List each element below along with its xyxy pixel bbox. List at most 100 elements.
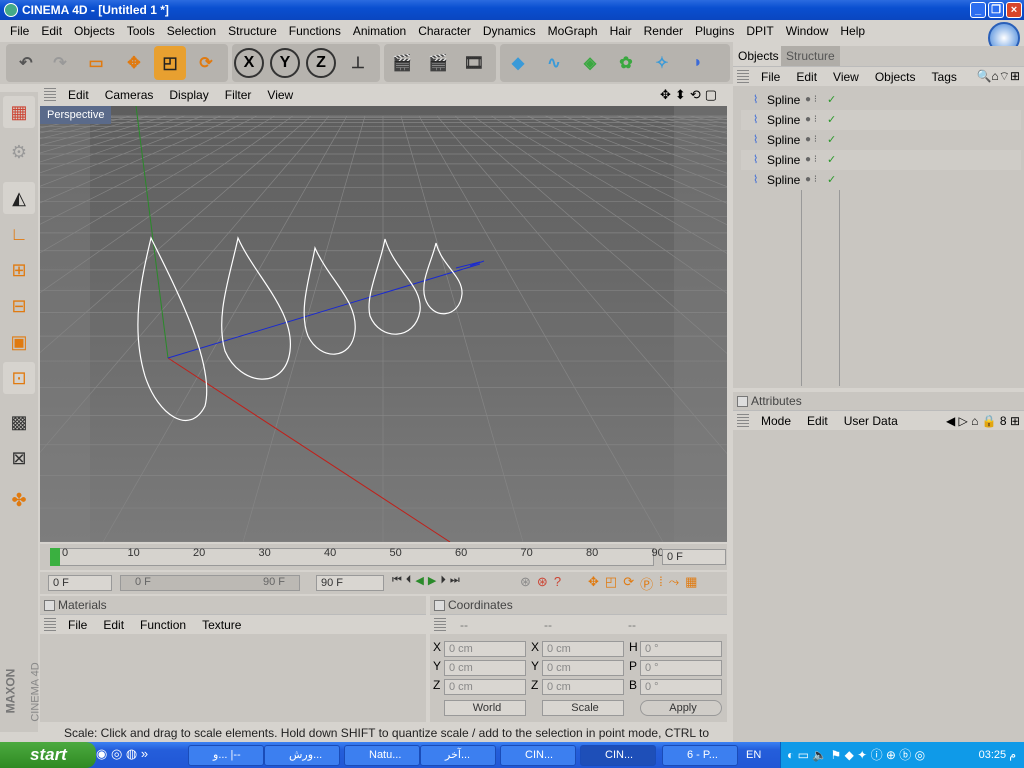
key-position-icon[interactable]: ✥	[588, 574, 599, 592]
attributes-menu-userdata[interactable]: User Data	[836, 414, 906, 428]
render-region-icon[interactable]: 🎬	[422, 46, 454, 80]
timeline-playhead[interactable]	[50, 548, 60, 566]
rotate-icon[interactable]: ⟳	[190, 46, 222, 80]
menu-plugins[interactable]: Plugins	[689, 24, 740, 38]
objects-menu-view[interactable]: View	[825, 70, 867, 84]
edges-mode-icon[interactable]: ⊟	[3, 290, 35, 322]
deformer-icon[interactable]: ✧	[646, 46, 678, 80]
current-frame-field[interactable]: 0 F	[662, 549, 726, 565]
object-row[interactable]: ⌇ Spline ● ⁝ ✓	[741, 150, 1021, 170]
checker-icon[interactable]: ▩	[3, 406, 35, 438]
viewport-menu-display[interactable]: Display	[161, 88, 216, 102]
nurbs-icon[interactable]: ◈	[574, 46, 606, 80]
materials-menu-function[interactable]: Function	[132, 618, 194, 632]
attributes-nav-icons[interactable]: ◀ ▷ ⌂ 🔒 8 ⊞	[938, 414, 1024, 428]
menu-animation[interactable]: Animation	[347, 24, 412, 38]
move-icon[interactable]: ✥	[118, 46, 150, 80]
polygons-mode-icon[interactable]: ▣	[3, 326, 35, 358]
render-view-icon[interactable]: 🎬	[386, 46, 418, 80]
object-row[interactable]: ⌇ Spline ● ⁝ ✓	[741, 170, 1021, 190]
maximize-button[interactable]: ❐	[988, 2, 1004, 18]
viewport-menu-cameras[interactable]: Cameras	[97, 88, 162, 102]
menu-structure[interactable]: Structure	[222, 24, 283, 38]
menu-dynamics[interactable]: Dynamics	[477, 24, 542, 38]
coordinate-value-field[interactable]: 0 cm	[542, 660, 624, 676]
grip-handle[interactable]	[44, 88, 56, 102]
taskbar-task-button[interactable]: و... |--	[188, 745, 264, 766]
objects-nav-icons[interactable]: 🔍⌂⌔⊞	[968, 69, 1024, 84]
menu-selection[interactable]: Selection	[161, 24, 222, 38]
coordinate-value-field[interactable]: 0 °	[640, 641, 722, 657]
perspective-viewport[interactable]: Perspective	[40, 106, 727, 542]
menu-edit[interactable]: Edit	[35, 24, 68, 38]
menu-file[interactable]: File	[4, 24, 35, 38]
start-frame-field[interactable]: 0 F	[48, 575, 112, 591]
enabled-check-icon[interactable]: ✓	[827, 110, 836, 130]
menu-tools[interactable]: Tools	[121, 24, 161, 38]
timeline-ruler[interactable]: 0 10 20 30 40 50 60 70 80 90 0 F	[40, 544, 727, 570]
scale-icon[interactable]: ◰	[154, 46, 186, 80]
object-row[interactable]: ⌇ Spline ● ⁝ ✓	[741, 90, 1021, 110]
use-model-icon[interactable]: ▦	[3, 96, 35, 128]
quick-launch-icons[interactable]: ◉ ◎ ◍ »	[96, 746, 180, 764]
play-reverse-icon[interactable]: ◀	[415, 574, 423, 592]
objects-menu-tags[interactable]: Tags	[924, 70, 965, 84]
key-point-icon[interactable]: ⁞	[659, 574, 663, 592]
minimize-button[interactable]: _	[970, 2, 986, 18]
coordinate-value-field[interactable]: 0 cm	[542, 641, 624, 657]
visibility-dots-icon[interactable]: ● ⁝	[805, 90, 817, 110]
objects-menu-file[interactable]: File	[753, 70, 788, 84]
x-axis-lock-button[interactable]: X	[234, 48, 264, 78]
viewport-menu-edit[interactable]: Edit	[60, 88, 97, 102]
apply-button[interactable]: Apply	[640, 700, 722, 716]
next-key-icon[interactable]: ⏵	[440, 574, 446, 592]
coordinate-value-field[interactable]: 0 °	[640, 679, 722, 695]
menu-functions[interactable]: Functions	[283, 24, 347, 38]
model-tool-icon[interactable]: ⊡	[3, 362, 35, 394]
spline-pen-icon[interactable]: ∿	[538, 46, 570, 80]
scene-icon[interactable]: ◗	[682, 46, 714, 80]
materials-menu-texture[interactable]: Texture	[194, 618, 249, 632]
motion-path-icon[interactable]: ⤳	[669, 574, 679, 592]
axis-mode-icon[interactable]: ∟	[3, 218, 35, 250]
visibility-dots-icon[interactable]: ● ⁝	[805, 170, 817, 190]
keyframe-selection-icon[interactable]: ?	[554, 574, 561, 592]
taskbar-task-button[interactable]: Natu...	[344, 745, 420, 766]
language-indicator[interactable]: EN	[746, 742, 761, 768]
menu-mograph[interactable]: MoGraph	[542, 24, 604, 38]
y-axis-lock-button[interactable]: Y	[270, 48, 300, 78]
brush-tool-icon[interactable]: ✤	[3, 484, 35, 516]
coordinate-value-field[interactable]: 0 cm	[444, 660, 526, 676]
objects-menu-edit[interactable]: Edit	[788, 70, 825, 84]
coordinate-mode-select[interactable]: World	[444, 700, 526, 716]
rect-selection-icon[interactable]: ▭	[80, 46, 112, 80]
record-key-icon[interactable]: ⊛	[520, 574, 531, 592]
autokey-icon[interactable]: ⊛	[537, 574, 548, 592]
play-icon[interactable]: ▶	[428, 574, 436, 592]
enabled-check-icon[interactable]: ✓	[827, 130, 836, 150]
taskbar-task-button[interactable]: CIN...	[580, 745, 656, 766]
menu-help[interactable]: Help	[834, 24, 871, 38]
enabled-check-icon[interactable]: ✓	[827, 90, 836, 110]
menu-hair[interactable]: Hair	[604, 24, 638, 38]
close-button[interactable]: ×	[1006, 2, 1022, 18]
tab-objects[interactable]: Objects	[733, 46, 784, 66]
object-row[interactable]: ⌇ Spline ● ⁝ ✓	[741, 110, 1021, 130]
object-row[interactable]: ⌇ Spline ● ⁝ ✓	[741, 130, 1021, 150]
coordinate-value-field[interactable]: 0 °	[640, 660, 722, 676]
coordinate-type-select[interactable]: Scale	[542, 700, 624, 716]
redo-icon[interactable]: ↷	[44, 46, 76, 80]
key-scale-icon[interactable]: ◰	[605, 574, 617, 592]
menu-window[interactable]: Window	[780, 24, 835, 38]
visibility-dots-icon[interactable]: ● ⁝	[805, 110, 817, 130]
key-param-icon[interactable]: Ⓟ	[640, 574, 653, 592]
materials-menu-edit[interactable]: Edit	[95, 618, 132, 632]
goto-start-icon[interactable]: ⏮	[392, 574, 402, 592]
attributes-menu-edit[interactable]: Edit	[799, 414, 836, 428]
materials-menu-file[interactable]: File	[60, 618, 95, 632]
viewport-menu-view[interactable]: View	[259, 88, 301, 102]
taskbar-task-button[interactable]: 6 - P...	[662, 745, 738, 766]
coordinate-value-field[interactable]: 0 cm	[444, 679, 526, 695]
menu-character[interactable]: Character	[412, 24, 477, 38]
end-frame-field[interactable]: 90 F	[316, 575, 384, 591]
